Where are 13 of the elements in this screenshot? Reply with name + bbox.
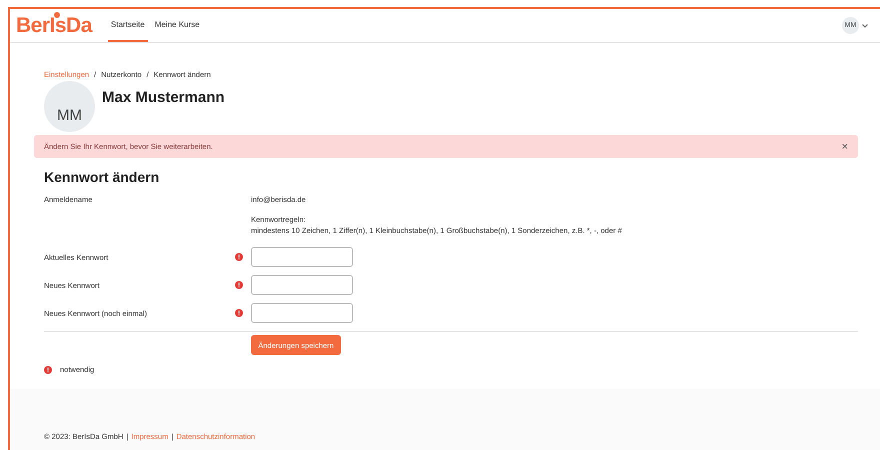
password-field[interactable] <box>251 303 353 323</box>
password-field[interactable] <box>251 275 353 295</box>
nav-tab[interactable]: Meine Kurse <box>152 9 203 42</box>
required-icon <box>44 366 52 374</box>
logo-dot-icon <box>54 12 60 18</box>
chevron-down-icon <box>862 24 868 28</box>
profile-avatar: MM <box>44 81 95 132</box>
section-title: Kennwort ändern <box>44 169 160 185</box>
profile-name: Max Mustermann <box>102 89 225 108</box>
logo[interactable]: BerIsDa <box>16 14 92 38</box>
password-field[interactable] <box>251 247 353 267</box>
close-button[interactable]: × <box>842 140 848 152</box>
nav-tab[interactable]: Startseite <box>108 9 148 42</box>
